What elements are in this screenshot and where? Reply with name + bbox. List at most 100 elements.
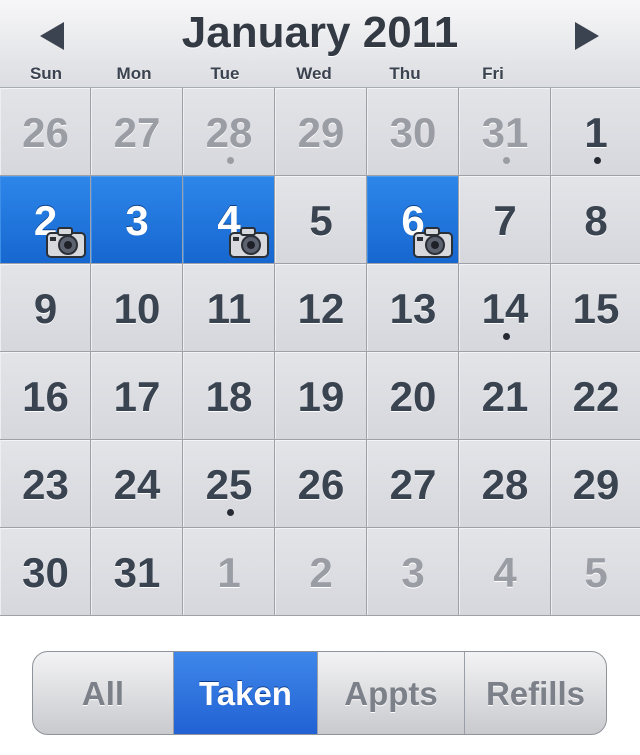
day-cell[interactable]: 1 (183, 528, 274, 615)
day-number: 9 (33, 285, 58, 332)
day-cell[interactable]: 27 (367, 440, 458, 527)
day-cell[interactable]: 10 (91, 264, 182, 351)
day-cell[interactable]: 20 (367, 352, 458, 439)
day-number: 29 (572, 461, 620, 508)
weekday-header-row: Sun Mon Tue Wed Thu Fri (0, 64, 640, 86)
day-cell[interactable]: 6 (367, 176, 458, 263)
day-cell[interactable]: 30 (0, 528, 90, 615)
weekday-wed: Wed (296, 64, 332, 83)
weekday-tue: Tue (210, 64, 240, 83)
event-dot-icon (503, 157, 510, 164)
camera-icon (228, 225, 272, 259)
day-cell[interactable]: 3 (91, 176, 182, 263)
day-number: 16 (22, 373, 69, 420)
day-number: 10 (113, 285, 161, 332)
day-cell[interactable]: 26 (0, 88, 90, 175)
tab-taken[interactable]: Taken (173, 652, 317, 734)
day-number: 2 (309, 549, 333, 596)
calendar-grid: 26 27 28 29 30 31 1 2 3 4 5 6 7 8 9 10 11 12 13 14 15 16 17 18 1… (0, 88, 640, 616)
event-dot-icon (503, 333, 510, 340)
day-cell[interactable]: 1 (551, 88, 640, 175)
day-cell[interactable]: 9 (0, 264, 90, 351)
day-cell[interactable]: 12 (275, 264, 366, 351)
day-number: 26 (22, 109, 69, 156)
day-cell[interactable]: 2 (0, 176, 90, 263)
day-cell[interactable]: 28 (183, 88, 274, 175)
day-cell[interactable]: 5 (551, 528, 640, 615)
day-cell[interactable]: 22 (551, 352, 640, 439)
right-triangle-icon (575, 22, 599, 50)
day-cell[interactable]: 27 (91, 88, 182, 175)
day-number: 30 (389, 109, 437, 156)
day-cell[interactable]: 30 (367, 88, 458, 175)
day-number: 14 (481, 285, 529, 332)
tab-all[interactable]: All (33, 652, 173, 734)
day-cell[interactable]: 24 (91, 440, 182, 527)
day-cell[interactable]: 13 (367, 264, 458, 351)
day-number: 28 (205, 109, 253, 156)
day-number: 3 (125, 197, 149, 244)
weekday-thu: Thu (389, 64, 421, 83)
day-number: 20 (389, 373, 437, 420)
day-cell[interactable]: 21 (459, 352, 550, 439)
day-number: 19 (297, 373, 345, 420)
event-dot-icon (227, 509, 234, 516)
day-number: 25 (205, 461, 253, 508)
camera-icon (45, 225, 89, 259)
month-title: January 2011 (181, 8, 459, 57)
day-cell[interactable]: 3 (367, 528, 458, 615)
day-cell[interactable]: 11 (183, 264, 274, 351)
day-cell[interactable]: 31 (91, 528, 182, 615)
day-cell[interactable]: 29 (551, 440, 640, 527)
tab-appts[interactable]: Appts (317, 652, 464, 734)
day-number: 12 (297, 285, 345, 332)
day-number: 1 (584, 109, 608, 156)
day-number: 23 (22, 461, 69, 508)
day-cell[interactable]: 4 (459, 528, 550, 615)
day-number: 4 (493, 549, 517, 596)
weekday-sun: Sun (29, 64, 63, 83)
day-cell[interactable]: 18 (183, 352, 274, 439)
event-dot-icon (227, 157, 234, 164)
day-number: 21 (481, 373, 529, 420)
day-number: 18 (205, 373, 253, 420)
day-number: 29 (297, 109, 345, 156)
next-month-button[interactable] (567, 16, 607, 56)
day-number: 7 (493, 197, 517, 244)
tab-refills[interactable]: Refills (464, 652, 606, 734)
day-cell[interactable]: 17 (91, 352, 182, 439)
day-cell[interactable]: 4 (183, 176, 274, 263)
calendar-header: January 2011 Sun Mon Tue Wed Thu Fri (0, 0, 640, 88)
day-number: 30 (22, 549, 69, 596)
filter-segmented-control: All Taken Appts Refills (32, 651, 607, 735)
day-number: 27 (389, 461, 437, 508)
day-cell[interactable]: 15 (551, 264, 640, 351)
day-cell[interactable]: 2 (275, 528, 366, 615)
day-cell[interactable]: 5 (275, 176, 366, 263)
camera-icon (412, 225, 456, 259)
day-cell[interactable]: 29 (275, 88, 366, 175)
day-cell[interactable]: 25 (183, 440, 274, 527)
day-number: 15 (572, 285, 620, 332)
day-number: 28 (481, 461, 529, 508)
day-cell[interactable]: 14 (459, 264, 550, 351)
day-number: 31 (481, 109, 529, 156)
day-number: 31 (113, 549, 161, 596)
day-cell[interactable]: 19 (275, 352, 366, 439)
weekday-mon: Mon (116, 64, 152, 83)
day-number: 11 (206, 285, 252, 332)
day-cell[interactable]: 16 (0, 352, 90, 439)
day-number: 26 (297, 461, 345, 508)
day-cell[interactable]: 31 (459, 88, 550, 175)
event-dot-icon (594, 157, 601, 164)
day-number: 5 (584, 549, 608, 596)
day-cell[interactable]: 26 (275, 440, 366, 527)
day-cell[interactable]: 8 (551, 176, 640, 263)
day-cell[interactable]: 28 (459, 440, 550, 527)
day-cell[interactable]: 7 (459, 176, 550, 263)
day-number: 27 (113, 109, 161, 156)
day-number: 1 (217, 549, 241, 596)
day-number: 13 (389, 285, 437, 332)
day-number: 8 (584, 197, 608, 244)
day-cell[interactable]: 23 (0, 440, 90, 527)
